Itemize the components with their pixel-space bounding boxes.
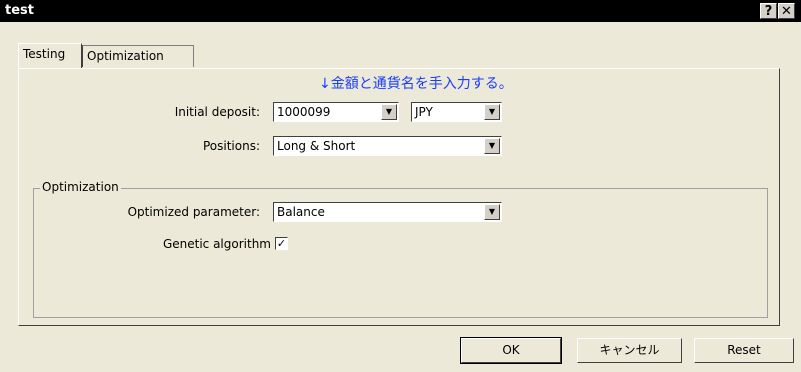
- currency-combobox[interactable]: JPY ▼: [411, 102, 502, 122]
- title-bar[interactable]: test ? ✕: [0, 0, 801, 22]
- positions-label: Positions:: [202, 139, 260, 153]
- initial-deposit-value[interactable]: 1000099: [277, 105, 330, 119]
- tab-optimization[interactable]: Optimization: [82, 45, 194, 67]
- checkmark-icon: ✓: [276, 237, 287, 250]
- instruction-note: ↓金額と通貨名を手入力する。: [319, 76, 513, 92]
- positions-select[interactable]: Long & Short ▼: [273, 136, 502, 156]
- optimized-parameter-value: Balance: [277, 205, 325, 219]
- chevron-down-icon[interactable]: ▼: [484, 138, 500, 154]
- optimized-parameter-select[interactable]: Balance ▼: [273, 202, 502, 222]
- initial-deposit-label: Initial deposit:: [174, 105, 260, 119]
- currency-value: JPY: [415, 105, 433, 119]
- genetic-algorithm-checkbox[interactable]: ✓: [275, 237, 288, 250]
- optimization-group-label: Optimization: [40, 180, 121, 194]
- ok-button[interactable]: OK: [461, 338, 561, 363]
- chevron-down-icon[interactable]: ▼: [484, 104, 500, 120]
- positions-value: Long & Short: [277, 139, 356, 153]
- close-button[interactable]: ✕: [778, 3, 795, 19]
- chevron-down-icon[interactable]: ▼: [381, 104, 397, 120]
- help-button[interactable]: ?: [760, 3, 777, 19]
- genetic-algorithm-label: Genetic algorithm: [162, 237, 271, 251]
- chevron-down-icon[interactable]: ▼: [484, 204, 500, 220]
- dialog-window: test ? ✕ Testing Optimization ↓金額と通貨名を手入…: [0, 0, 801, 372]
- cancel-button[interactable]: キャンセル: [577, 338, 682, 363]
- initial-deposit-combobox[interactable]: 1000099 ▼: [273, 102, 399, 122]
- window-title: test: [5, 3, 34, 18]
- reset-button[interactable]: Reset: [694, 338, 794, 363]
- optimized-parameter-label: Optimized parameter:: [127, 205, 260, 219]
- testing-panel: ↓金額と通貨名を手入力する。 Initial deposit: 1000099 …: [18, 68, 780, 326]
- tab-testing[interactable]: Testing: [18, 43, 82, 68]
